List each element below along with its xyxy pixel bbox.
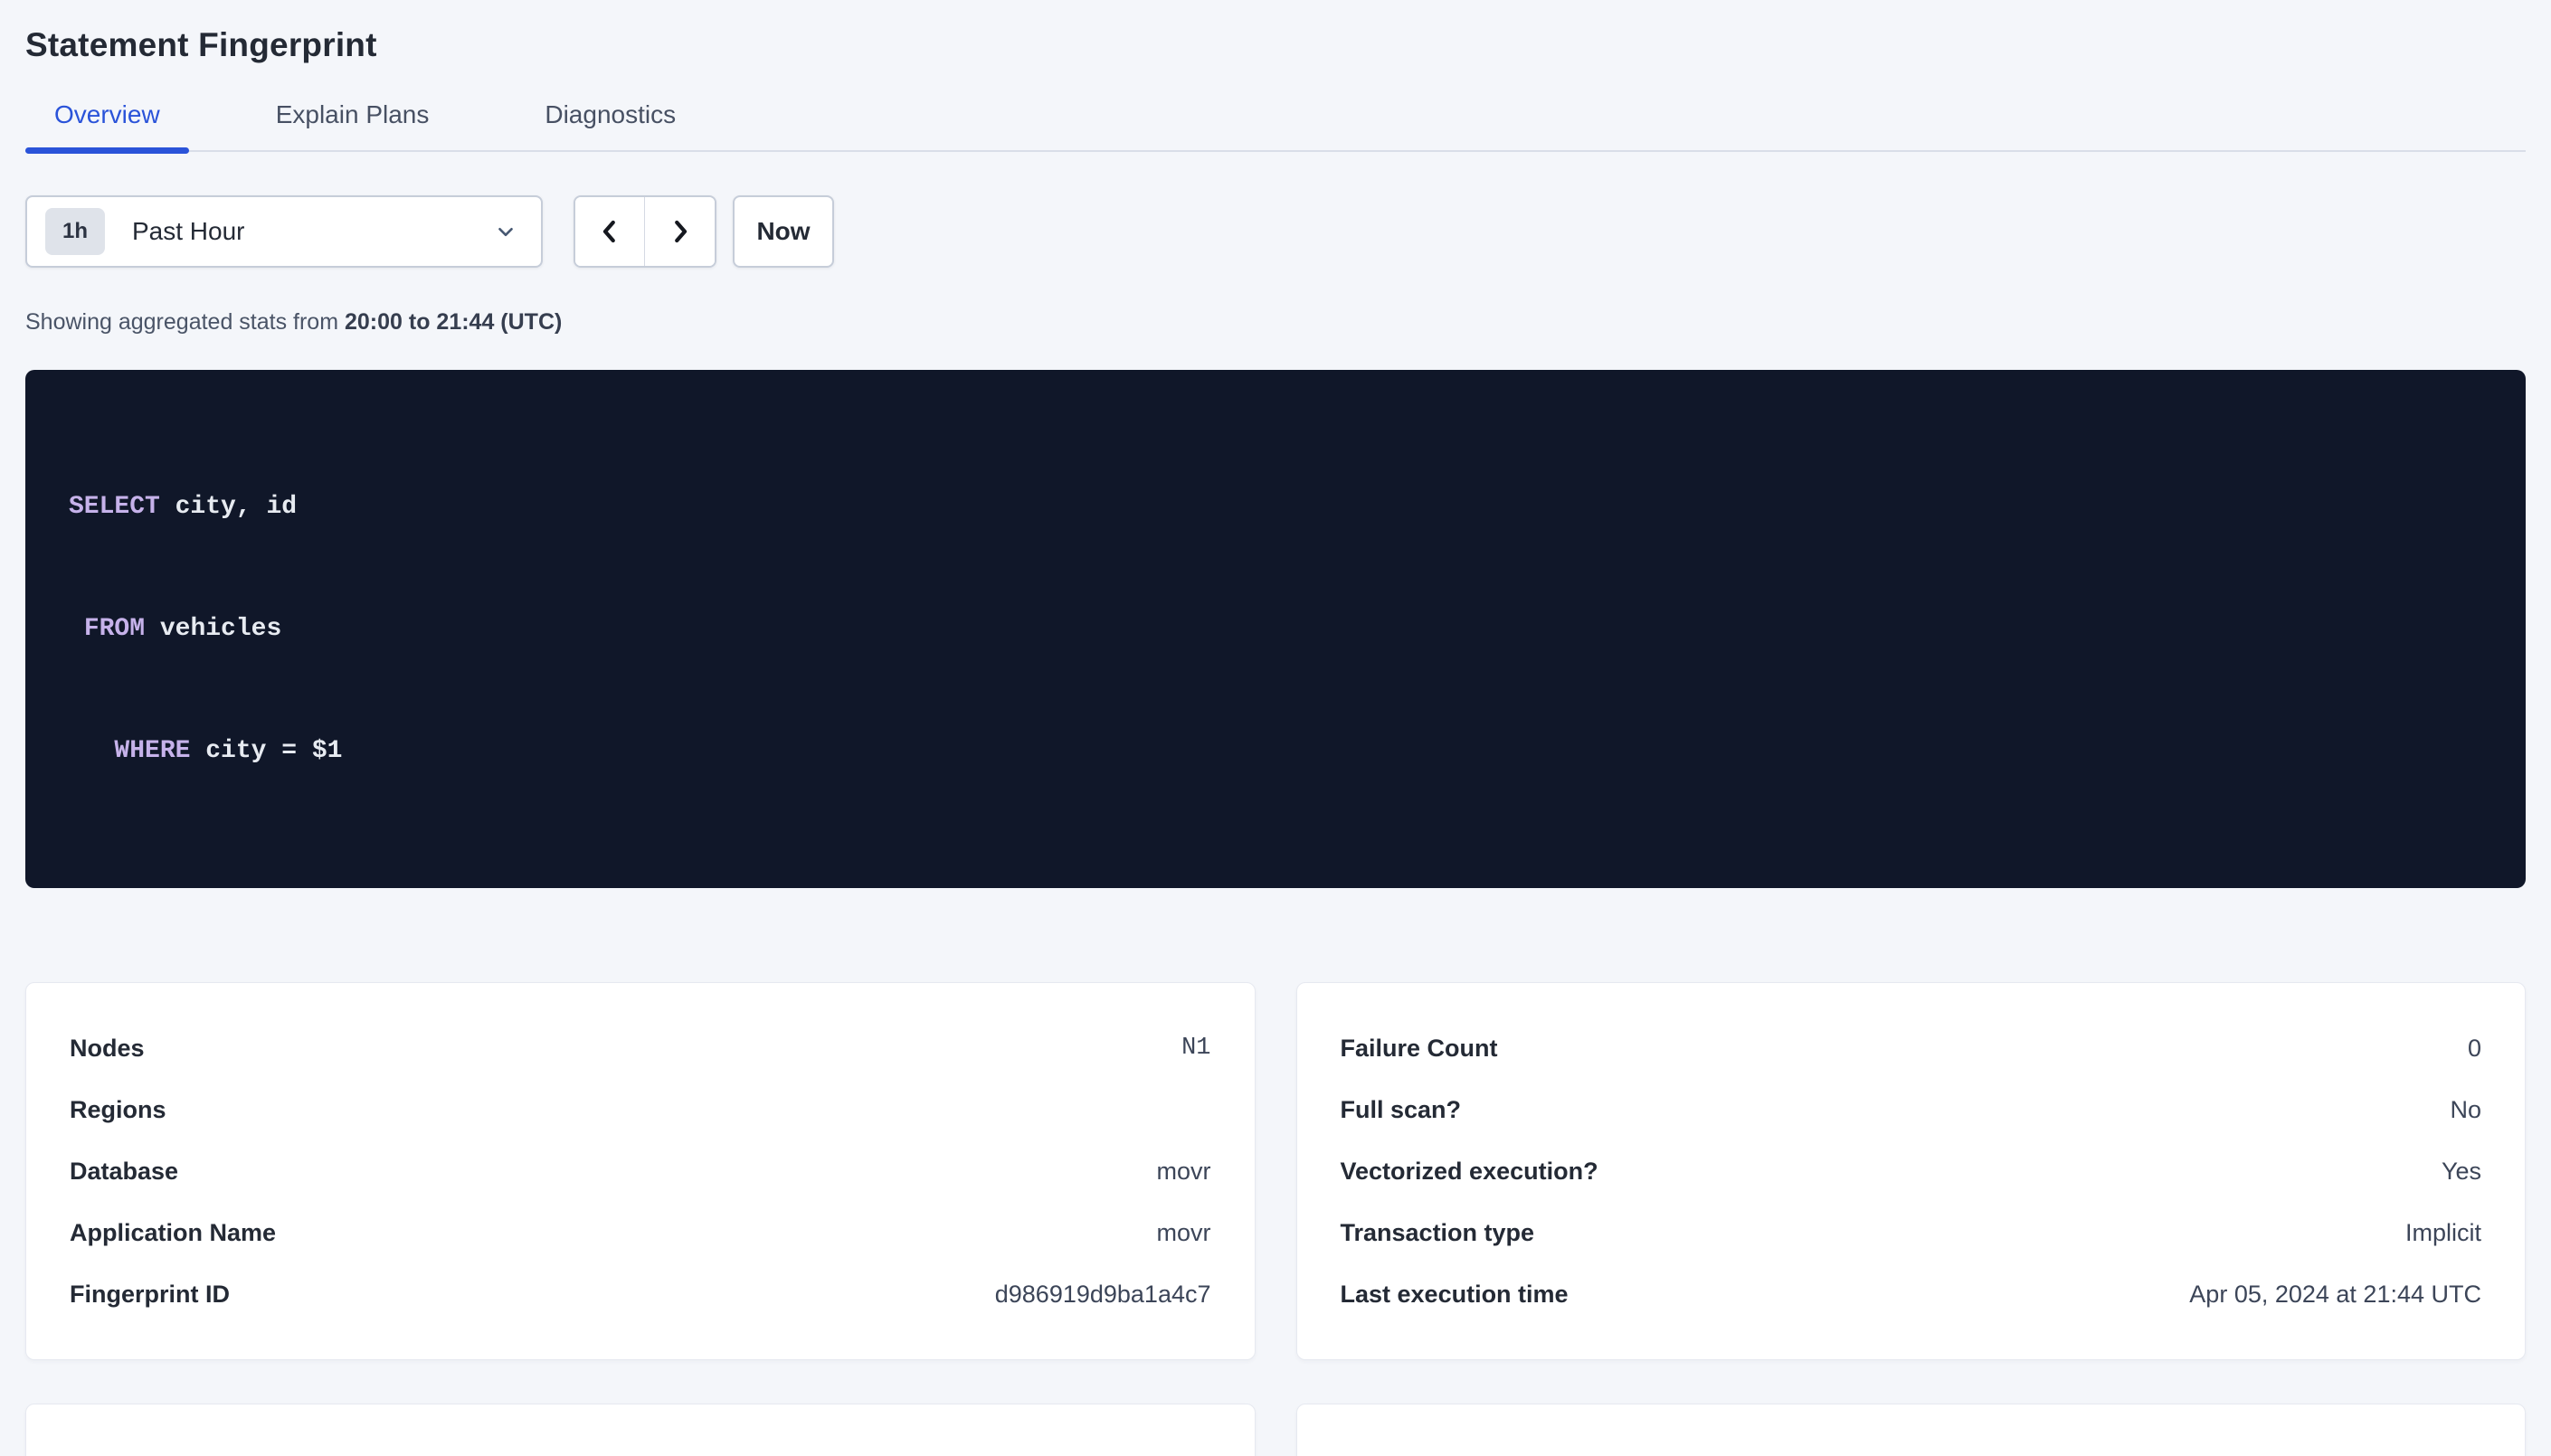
tab-explain-plans[interactable]: Explain Plans xyxy=(247,99,459,150)
interval-badge: 1h xyxy=(45,208,105,255)
stats-summary: Showing aggregated stats from 20:00 to 2… xyxy=(25,309,2526,336)
now-button[interactable]: Now xyxy=(733,195,834,268)
node-link[interactable]: N1 xyxy=(1181,1017,1210,1079)
stats-summary-prefix: Showing aggregated stats from xyxy=(25,309,345,335)
detail-row-application-name: Application Name movr xyxy=(70,1202,1211,1263)
tab-diagnostics[interactable]: Diagnostics xyxy=(516,99,705,150)
statement-stats-card: Statement Time 454.1 µs Execution: 373.4… xyxy=(25,1404,1256,1456)
timing-stats-card: Contention Time 24.7 µs SQL CPU Time 16.… xyxy=(1296,1404,2527,1456)
stat-row-statement-time: Statement Time 454.1 µs Execution: 373.4… xyxy=(70,1439,1211,1456)
detail-row-transaction-type: Transaction type Implicit xyxy=(1341,1202,2482,1263)
execution-attributes-card: Failure Count 0 Full scan? No Vectorized… xyxy=(1296,982,2527,1360)
interval-label: Past Hour xyxy=(132,217,245,246)
next-interval-button[interactable] xyxy=(645,197,715,266)
chevron-right-icon xyxy=(667,216,694,247)
overview-details-card: Nodes N1 Regions Database movr Applicati… xyxy=(25,982,1256,1360)
detail-row-regions: Regions xyxy=(70,1079,1211,1140)
page-title: Statement Fingerprint xyxy=(25,25,2526,65)
detail-row-fingerprint-id: Fingerprint ID d986919d9ba1a4c7 xyxy=(70,1263,1211,1325)
detail-row-failure-count: Failure Count 0 xyxy=(1341,1017,2482,1079)
time-interval-dropdown[interactable]: 1h Past Hour xyxy=(25,195,543,268)
interval-nav-group xyxy=(574,195,716,268)
sql-line: FROM vehicles xyxy=(69,609,2482,649)
stats-summary-range: 20:00 to 21:44 (UTC) xyxy=(345,309,562,335)
detail-row-last-execution-time: Last execution time Apr 05, 2024 at 21:4… xyxy=(1341,1263,2482,1325)
summary-cards: Nodes N1 Regions Database movr Applicati… xyxy=(25,982,2526,1456)
time-picker-row: 1h Past Hour xyxy=(25,195,2526,268)
prev-interval-button[interactable] xyxy=(575,197,645,266)
sql-line: WHERE city = $1 xyxy=(69,731,2482,771)
detail-row-database: Database movr xyxy=(70,1140,1211,1202)
detail-row-full-scan: Full scan? No xyxy=(1341,1079,2482,1140)
chevron-left-icon xyxy=(596,216,623,247)
detail-row-nodes: Nodes N1 xyxy=(70,1017,1211,1079)
chevron-down-icon xyxy=(494,220,517,243)
sql-line: SELECT city, id xyxy=(69,487,2482,527)
app-name-link[interactable]: movr xyxy=(1157,1202,1211,1263)
sql-statement-box: SELECT city, id FROM vehicles WHERE city… xyxy=(25,370,2526,888)
detail-row-vectorized: Vectorized execution? Yes xyxy=(1341,1140,2482,1202)
stat-row-contention-time: Contention Time 24.7 µs xyxy=(1341,1439,2482,1456)
tab-overview[interactable]: Overview xyxy=(25,99,189,150)
tab-bar: Overview Explain Plans Diagnostics xyxy=(25,99,2526,152)
